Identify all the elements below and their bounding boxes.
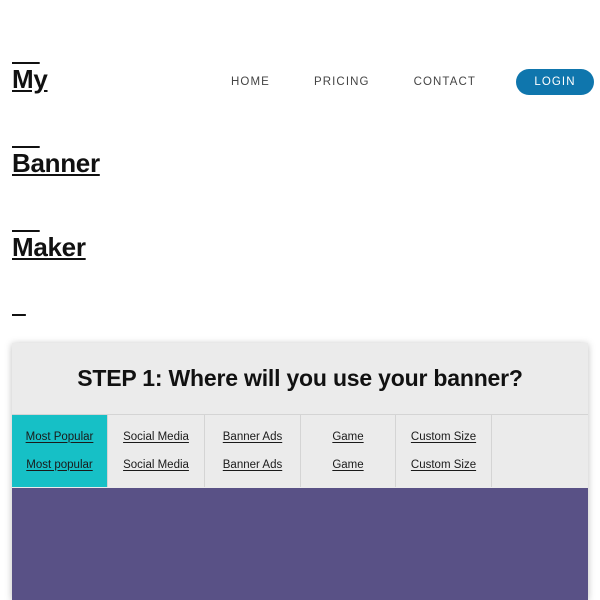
tab-link-custom-size-bottom[interactable]: Custom Size xyxy=(411,459,476,472)
tab-link-social-media-bottom[interactable]: Social Media xyxy=(123,459,189,472)
site-header: My Banner Maker HOME PRICING CONTACT LOG… xyxy=(0,0,600,261)
category-tab-grid: Most Popular Most popular Social Media S… xyxy=(12,414,588,487)
tab-link-most-popular-bottom[interactable]: Most popular xyxy=(26,459,92,472)
brand-line-3: Maker xyxy=(12,232,86,262)
step-panel: STEP 1: Where will you use your banner? … xyxy=(12,343,588,600)
tab-cell-empty xyxy=(492,415,588,487)
main-navigation: HOME PRICING CONTACT LOGIN xyxy=(209,69,594,95)
brand-line-1: My xyxy=(12,64,48,94)
tab-link-most-popular-top[interactable]: Most Popular xyxy=(26,431,94,444)
tab-link-social-media-top[interactable]: Social Media xyxy=(123,431,189,444)
brand-line-2: Banner xyxy=(12,148,100,178)
step-title: STEP 1: Where will you use your banner? xyxy=(12,343,588,414)
brand-logo[interactable]: My Banner Maker xyxy=(12,9,100,317)
tab-cell-game[interactable]: Game Game xyxy=(301,415,396,487)
banner-canvas-area[interactable] xyxy=(12,488,588,600)
nav-item-pricing[interactable]: PRICING xyxy=(292,76,392,88)
tab-link-game-top[interactable]: Game xyxy=(332,431,363,444)
tab-link-banner-ads-top[interactable]: Banner Ads xyxy=(223,431,282,444)
login-button[interactable]: LOGIN xyxy=(516,69,594,95)
tab-link-custom-size-top[interactable]: Custom Size xyxy=(411,431,476,444)
tab-cell-custom-size[interactable]: Custom Size Custom Size xyxy=(396,415,492,487)
tab-cell-social-media[interactable]: Social Media Social Media xyxy=(108,415,205,487)
nav-item-home[interactable]: HOME xyxy=(209,76,292,88)
tab-cell-most-popular[interactable]: Most Popular Most popular xyxy=(12,415,108,487)
nav-item-contact[interactable]: CONTACT xyxy=(392,76,498,88)
tab-cell-banner-ads[interactable]: Banner Ads Banner Ads xyxy=(205,415,301,487)
tab-link-banner-ads-bottom[interactable]: Banner Ads xyxy=(223,459,282,472)
tab-link-game-bottom[interactable]: Game xyxy=(332,459,363,472)
